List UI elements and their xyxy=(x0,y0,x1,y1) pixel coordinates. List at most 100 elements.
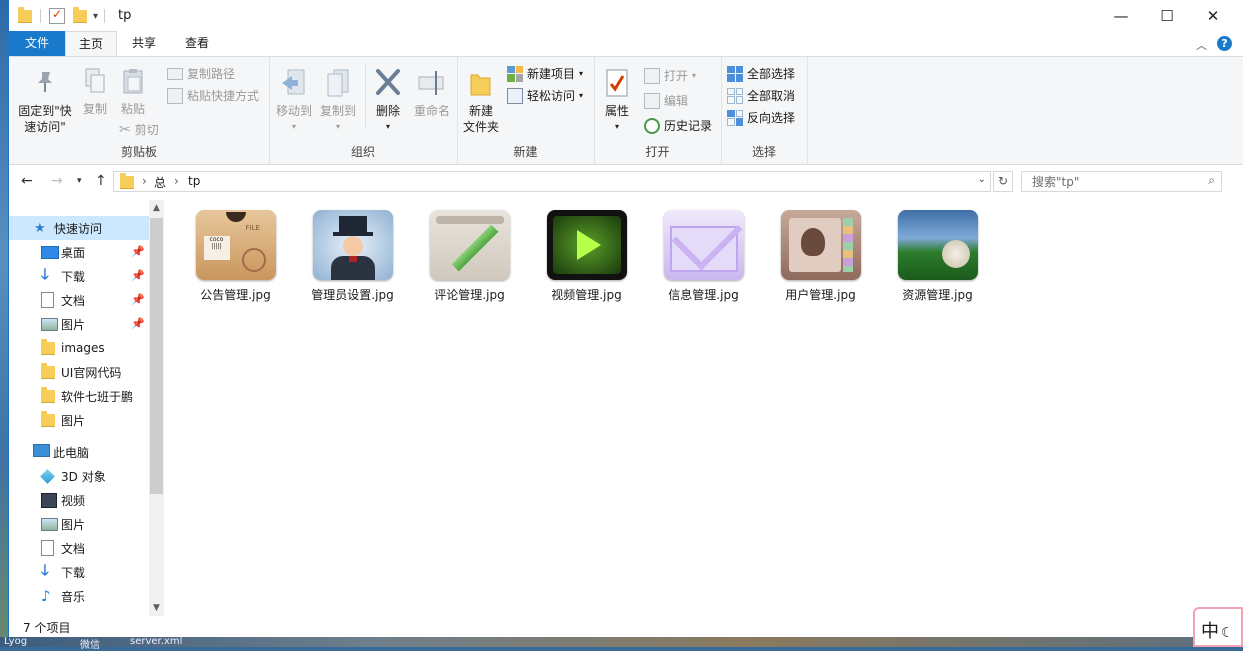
help-icon[interactable]: ? xyxy=(1217,36,1232,51)
search-box[interactable]: ⌕ xyxy=(1021,171,1222,192)
pin-icon[interactable]: 📌 xyxy=(131,293,145,306)
breadcrumb-item[interactable]: tp xyxy=(188,174,200,188)
nav-item[interactable]: 视频 xyxy=(9,488,149,512)
nav-item[interactable]: 桌面 📌 xyxy=(9,240,149,264)
address-bar[interactable]: › 总 › tp ⌄ xyxy=(113,171,991,192)
copy-button[interactable]: 复制 xyxy=(77,67,113,117)
move-to-label: 移动到 xyxy=(275,104,312,118)
search-icon[interactable]: ⌕ xyxy=(1208,173,1215,188)
paste-shortcut-button[interactable]: 粘贴快捷方式 xyxy=(167,87,259,104)
nav-label: 音乐 xyxy=(61,589,86,604)
nav-item[interactable]: UI官网代码 xyxy=(9,360,149,384)
rename-label: 重命名 xyxy=(413,104,450,118)
new-item-button[interactable]: 新建项目 ▾ xyxy=(507,65,583,82)
copy-path-label: 复制路径 xyxy=(187,67,236,81)
easy-access-button[interactable]: 轻松访问 ▾ xyxy=(507,87,583,104)
file-item[interactable]: 资源管理.jpg xyxy=(890,210,985,303)
nav-item[interactable]: 文档 xyxy=(9,536,149,560)
pin-icon[interactable]: 📌 xyxy=(131,269,145,282)
back-button[interactable]: ← xyxy=(21,173,33,189)
customize-toolbar-icon[interactable]: ▾ xyxy=(93,11,98,22)
rename-button[interactable]: 重命名 xyxy=(409,67,455,119)
file-item[interactable]: 管理员设置.jpg xyxy=(305,210,400,303)
open-label: 打开 xyxy=(664,69,689,83)
nav-this-pc[interactable]: 此电脑 xyxy=(9,440,149,464)
nav-item[interactable]: 3D 对象 xyxy=(9,464,149,488)
file-item[interactable]: 用户管理.jpg xyxy=(773,210,868,303)
file-item[interactable]: 视频管理.jpg xyxy=(539,210,634,303)
tab-share[interactable]: 共享 xyxy=(119,31,169,56)
file-item[interactable]: coco ||||| FILE 公告管理.jpg xyxy=(188,210,283,303)
paste-icon xyxy=(123,69,143,94)
nav-item[interactable]: 图片 xyxy=(9,408,149,432)
file-item[interactable]: 评论管理.jpg xyxy=(422,210,517,303)
invert-selection-button[interactable]: 反向选择 xyxy=(727,109,795,126)
copy-path-button[interactable]: 复制路径 xyxy=(167,65,235,82)
nav-item[interactable]: 图片 xyxy=(9,512,149,536)
title-bar: ✓ ▾ tp — ☐ ✕ xyxy=(9,0,1243,31)
breadcrumb-item[interactable]: 总 xyxy=(154,174,166,191)
copy-to-label: 复制到 xyxy=(319,104,356,118)
nav-item[interactable]: 图片 📌 xyxy=(9,312,149,336)
pin-quick-access-button[interactable]: 固定到"快 速访问" xyxy=(13,69,77,135)
search-input[interactable] xyxy=(1030,174,1204,190)
scroll-down-icon[interactable]: ▼ xyxy=(149,600,164,616)
ribbon: 固定到"快 速访问" 复制 粘贴 复制路径 粘贴快捷方式 ✂ 剪切 剪贴板 移动… xyxy=(9,56,1243,165)
new-folder-icon[interactable] xyxy=(73,6,87,23)
ime-indicator[interactable]: 中 ☾ xyxy=(1193,607,1243,647)
tab-file[interactable]: 文件 xyxy=(9,31,65,56)
select-all-button[interactable]: 全部选择 xyxy=(727,65,795,82)
properties-button[interactable]: 属性 ▾ xyxy=(598,67,636,135)
history-button[interactable]: 历史记录 xyxy=(644,117,712,134)
clipboard-group-label: 剪贴板 xyxy=(120,145,157,159)
nav-quick-access[interactable]: ★ 快速访问 xyxy=(9,216,149,240)
nav-item[interactable]: images xyxy=(9,336,149,360)
file-name: 用户管理.jpg xyxy=(785,288,856,302)
pin-icon[interactable]: 📌 xyxy=(131,317,145,330)
delete-label: 删除 xyxy=(375,104,400,118)
delete-button[interactable]: 删除 ▾ xyxy=(369,67,407,135)
nav-scrollbar[interactable]: ▲ ▼ xyxy=(149,200,164,616)
close-button[interactable]: ✕ xyxy=(1190,0,1236,31)
recent-locations-button[interactable]: ▾ xyxy=(77,176,82,186)
paste-button[interactable]: 粘贴 xyxy=(115,67,151,117)
tab-view[interactable]: 查看 xyxy=(171,31,223,56)
refresh-button[interactable]: ↻ xyxy=(993,171,1013,192)
open-button[interactable]: 打开 ▾ xyxy=(644,67,696,84)
new-folder-label: 新建 文件夹 xyxy=(462,104,499,134)
nav-item[interactable]: ♪ 音乐 xyxy=(9,584,149,608)
maximize-button[interactable]: ☐ xyxy=(1144,0,1190,31)
collapse-ribbon-icon[interactable]: ︿ xyxy=(1196,37,1207,53)
forward-button[interactable]: → xyxy=(51,173,63,189)
desktop-label: 微信 xyxy=(80,640,100,651)
folder-icon xyxy=(41,386,61,403)
ime-label: 中 xyxy=(1201,621,1219,642)
nav-item[interactable]: 🡓 下载 xyxy=(9,560,149,584)
clipboard-group: 固定到"快 速访问" 复制 粘贴 复制路径 粘贴快捷方式 ✂ 剪切 剪贴板 xyxy=(9,57,270,164)
organize-group-label: 组织 xyxy=(350,145,375,159)
pin-icon[interactable]: 📌 xyxy=(131,245,145,258)
address-dropdown-icon[interactable]: ⌄ xyxy=(978,174,986,185)
close-icon: ✕ xyxy=(1206,6,1220,25)
nav-item[interactable]: 文档 📌 xyxy=(9,288,149,312)
edit-button[interactable]: 编辑 xyxy=(644,92,688,109)
tab-home[interactable]: 主页 xyxy=(65,31,117,56)
cut-label: 剪切 xyxy=(134,123,159,137)
file-name: 评论管理.jpg xyxy=(434,288,505,302)
select-none-button[interactable]: 全部取消 xyxy=(727,87,795,104)
file-item[interactable]: 信息管理.jpg xyxy=(656,210,751,303)
scroll-up-icon[interactable]: ▲ xyxy=(149,200,164,216)
cut-button[interactable]: ✂ 剪切 xyxy=(119,121,159,138)
nav-item[interactable]: 🡓 下载 📌 xyxy=(9,264,149,288)
copy-to-button[interactable]: 复制到 ▾ xyxy=(317,67,359,135)
up-button[interactable]: ↑ xyxy=(95,173,107,189)
scroll-thumb[interactable] xyxy=(150,218,163,494)
history-label: 历史记录 xyxy=(664,119,713,133)
status-bar: 7 个项目 xyxy=(9,616,1243,637)
move-to-button[interactable]: 移动到 ▾ xyxy=(273,67,315,135)
minimize-button[interactable]: — xyxy=(1098,0,1144,31)
nav-item[interactable]: 软件七班于鹏 xyxy=(9,384,149,408)
file-name: 视频管理.jpg xyxy=(551,288,622,302)
new-folder-button[interactable]: 新建 文件夹 xyxy=(461,69,501,135)
properties-icon[interactable]: ✓ xyxy=(49,7,65,24)
